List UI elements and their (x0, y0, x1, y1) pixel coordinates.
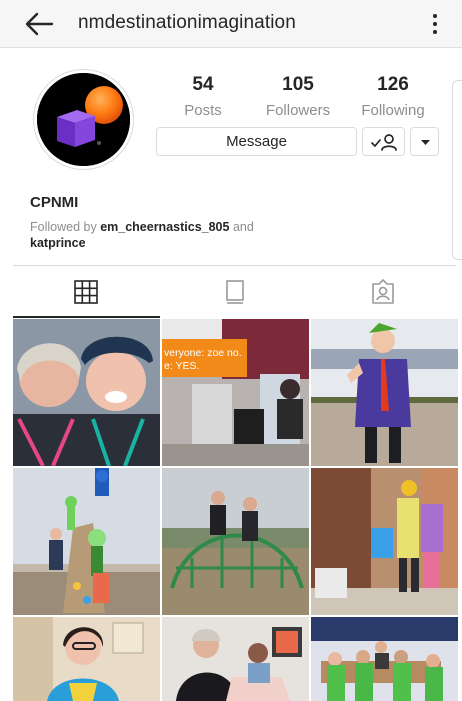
followers-label: Followers (265, 102, 331, 119)
post-thumbnail[interactable] (162, 617, 309, 701)
top-bar: nmdestinationimagination (0, 0, 462, 48)
stat-posts: 54 Posts (175, 74, 231, 119)
suggestions-dropdown-button[interactable] (410, 127, 439, 156)
message-button[interactable]: Message (156, 127, 357, 156)
tagged-icon (372, 279, 394, 304)
sign-text: veryone: zoe no. e: YES. (164, 347, 242, 372)
post-thumbnail[interactable] (311, 617, 458, 701)
user-check-icon (371, 134, 397, 151)
post-thumbnail[interactable] (311, 468, 458, 615)
suggestion-card-edge[interactable] (452, 80, 462, 260)
logo-image (37, 73, 130, 166)
posts-count: 54 (192, 74, 214, 95)
following-count: 126 (377, 74, 409, 95)
tab-igtv[interactable] (219, 276, 251, 308)
following-label: Following (361, 102, 425, 119)
caret-down-icon (421, 140, 430, 145)
followed-by-user[interactable]: em_cheernastics_805 (100, 220, 229, 234)
followers-count: 105 (282, 74, 314, 95)
stat-followers[interactable]: 105 Followers (262, 74, 334, 119)
tab-grid[interactable] (70, 276, 102, 308)
followed-by-user[interactable]: katprince (30, 236, 86, 250)
stat-following[interactable]: 126 Following (357, 74, 429, 119)
avatar[interactable] (37, 73, 130, 166)
post-thumbnail[interactable] (311, 319, 458, 466)
profile-username: nmdestinationimagination (78, 12, 296, 33)
grid-icon (74, 280, 98, 304)
tabs-divider (13, 265, 456, 266)
followed-by-and: and (232, 220, 254, 234)
active-tab-indicator (13, 316, 160, 318)
more-vertical-icon[interactable] (428, 12, 442, 36)
post-thumbnail[interactable] (13, 468, 160, 615)
igtv-icon (226, 280, 244, 304)
posts-label: Posts (184, 102, 222, 119)
following-status-button[interactable] (362, 127, 405, 156)
display-name: CPNMI (30, 194, 79, 211)
followed-by-prefix: Followed by (30, 220, 97, 234)
post-thumbnail[interactable]: veryone: zoe no. e: YES. (162, 319, 309, 466)
arrow-left-icon[interactable] (24, 10, 54, 38)
post-thumbnail[interactable] (13, 319, 160, 466)
post-thumbnail[interactable] (13, 617, 160, 701)
followed-by-text[interactable]: Followed by em_cheernastics_805 and katp… (30, 219, 290, 251)
tab-tagged[interactable] (367, 276, 399, 308)
post-thumbnail[interactable] (162, 468, 309, 615)
